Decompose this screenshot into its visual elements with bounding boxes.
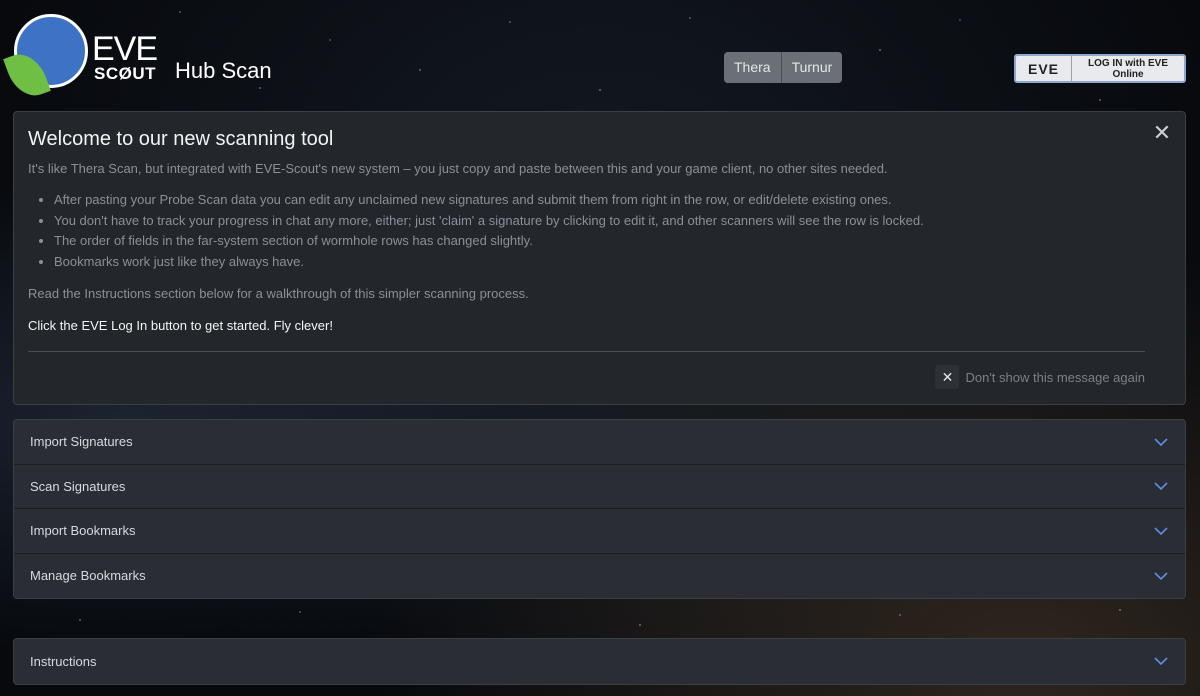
instructions-accordion: Instructions (13, 638, 1186, 685)
welcome-title: Welcome to our new scanning tool (28, 128, 334, 150)
page-title: Hub Scan (175, 58, 272, 83)
feature-item: The order of fields in the far-system se… (54, 231, 1145, 252)
section-scan-signatures[interactable]: Scan Signatures (14, 465, 1185, 509)
section-label: Import Bookmarks (30, 523, 136, 539)
dismiss-label: Don't show this message again (965, 369, 1145, 385)
section-label: Manage Bookmarks (30, 568, 146, 584)
section-label: Instructions (30, 653, 97, 669)
feature-item: After pasting your Probe Scan data you c… (54, 190, 1145, 211)
section-import-signatures[interactable]: Import Signatures (14, 420, 1185, 465)
feature-item: Bookmarks work just like they always hav… (54, 252, 1145, 273)
hub-switcher: Thera Turnur (724, 52, 843, 83)
logo-scout-text: SCØUT (94, 64, 156, 83)
hub-button-thera[interactable]: Thera (724, 52, 782, 83)
dismiss-x-icon: ✕ (935, 365, 960, 389)
hub-button-turnur[interactable]: Turnur (781, 52, 843, 83)
welcome-intro: It's like Thera Scan, but integrated wit… (28, 161, 888, 176)
eve-logo: EVE (1016, 56, 1072, 81)
feature-list: After pasting your Probe Scan data you c… (28, 190, 1145, 272)
section-instructions[interactable]: Instructions (14, 639, 1185, 684)
chevron-down-icon (1153, 653, 1169, 669)
section-manage-bookmarks[interactable]: Manage Bookmarks (14, 554, 1185, 599)
feature-item: You don't have to track your progress in… (54, 211, 1145, 232)
sections-accordion: Import Signatures Scan Signatures Import… (13, 419, 1186, 599)
section-label: Import Signatures (30, 434, 133, 450)
section-import-bookmarks[interactable]: Import Bookmarks (14, 509, 1185, 554)
call-to-action: Click the EVE Log In button to get start… (28, 318, 333, 333)
eve-login-button[interactable]: EVE LOG IN with EVE Online (1014, 54, 1186, 83)
chevron-down-icon (1153, 523, 1169, 539)
close-icon[interactable]: ✕ (1151, 122, 1173, 144)
welcome-alert: ✕ Welcome to our new scanning tool It's … (13, 111, 1186, 405)
header: EVE SCØUT Hub Scan Thera Turnur EVE LOG … (0, 0, 1200, 110)
chevron-down-icon (1153, 478, 1169, 494)
instructions-note: Read the Instructions section below for … (28, 286, 529, 301)
chevron-down-icon (1153, 434, 1169, 450)
dont-show-again-button[interactable]: ✕ Don't show this message again (935, 365, 1145, 389)
chevron-down-icon (1153, 568, 1169, 584)
login-label: LOG IN with EVE Online (1087, 57, 1168, 80)
eve-scout-logo[interactable]: EVE SCØUT (3, 12, 160, 103)
section-label: Scan Signatures (30, 478, 126, 494)
divider (28, 351, 1145, 352)
